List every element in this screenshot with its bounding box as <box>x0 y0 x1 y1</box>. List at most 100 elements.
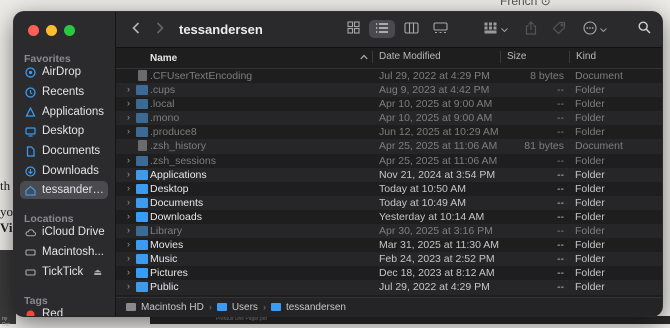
disclosure-chevron-icon[interactable]: › <box>127 225 130 235</box>
home-icon <box>25 185 36 196</box>
disclosure-chevron-icon[interactable]: › <box>127 253 130 263</box>
file-row[interactable]: › .mono Apr 10, 2025 at 9:00 AM -- Folde… <box>116 111 662 126</box>
back-button[interactable] <box>128 20 144 38</box>
column-header-kind[interactable]: Kind <box>569 51 596 63</box>
file-size: -- <box>557 267 564 280</box>
file-name: .mono <box>150 112 180 125</box>
file-kind: Folder <box>575 98 605 111</box>
path-segment-disk[interactable]: Macintosh HD <box>141 302 204 313</box>
file-date: Apr 25, 2025 at 11:06 AM <box>379 140 498 153</box>
file-row[interactable]: › Downloads Yesterday at 10:14 AM -- Fol… <box>116 210 662 224</box>
disclosure-chevron-icon[interactable]: › <box>127 239 130 249</box>
disclosure-chevron-icon[interactable]: › <box>127 197 130 207</box>
disclosure-chevron-icon[interactable]: › <box>127 98 130 108</box>
sidebar-item-label: Documents <box>42 145 101 157</box>
column-header-name[interactable]: Name <box>150 53 177 64</box>
sidebar-item-label: tessandersen <box>42 184 108 196</box>
file-kind: Folder <box>575 239 605 252</box>
search-button[interactable] <box>634 20 654 38</box>
disclosure-chevron-icon[interactable]: › <box>127 112 130 122</box>
tag-color-dot-icon <box>25 309 36 316</box>
file-row[interactable]: › .produce8 Jun 12, 2025 at 10:29 AM -- … <box>116 125 662 139</box>
file-row[interactable]: › Pictures Dec 18, 2023 at 8:12 AM -- Fo… <box>116 266 662 280</box>
list-view-button[interactable] <box>369 20 395 38</box>
zoom-window-button[interactable] <box>64 25 75 36</box>
folder-icon <box>136 99 148 110</box>
sidebar-item-icloud-drive[interactable]: iCloud Drive <box>20 223 108 241</box>
background-text: French ⊙ <box>500 0 551 8</box>
document-file-icon <box>138 140 147 152</box>
column-header-date[interactable]: Date Modified <box>372 51 441 63</box>
file-size: -- <box>557 126 564 139</box>
file-kind: Folder <box>575 126 605 139</box>
file-date: Today at 10:50 AM <box>379 182 466 195</box>
path-segment-home[interactable]: tessandersen <box>286 302 346 313</box>
sidebar-item-ticktick[interactable]: TickTick ⏏ <box>20 263 108 281</box>
icon-view-button[interactable] <box>343 20 363 38</box>
file-size: -- <box>557 210 564 223</box>
file-row[interactable]: .zsh_history Apr 25, 2025 at 11:06 AM 81… <box>116 139 662 154</box>
path-segment-users[interactable]: Users <box>232 302 258 313</box>
close-window-button[interactable] <box>28 25 39 36</box>
file-name: Movies <box>150 239 184 252</box>
column-header-size[interactable]: Size <box>500 51 526 63</box>
file-row[interactable]: › Music Feb 24, 2023 at 2:52 PM -- Folde… <box>116 252 662 267</box>
minimize-window-button[interactable] <box>46 25 57 36</box>
file-name: .produce8 <box>150 126 197 139</box>
disclosure-chevron-icon[interactable]: › <box>127 169 130 179</box>
sidebar-item-home[interactable]: tessandersen <box>20 181 108 199</box>
sidebar-item-documents[interactable]: Documents <box>20 142 108 160</box>
file-row[interactable]: › Movies Mar 31, 2025 at 11:30 AM -- Fol… <box>116 238 662 252</box>
group-by-button[interactable] <box>481 20 511 38</box>
list-view-icon <box>375 22 389 37</box>
file-row[interactable]: › Public Jul 29, 2022 at 4:29 PM -- Fold… <box>116 280 662 295</box>
file-row[interactable]: › .local Apr 10, 2025 at 9:00 AM -- Fold… <box>116 97 662 111</box>
file-row[interactable]: › Documents Today at 10:49 AM -- Folder <box>116 195 662 210</box>
file-size: -- <box>557 225 564 238</box>
sidebar-item-tag-red[interactable]: Red <box>20 305 108 316</box>
file-kind: Folder <box>575 182 605 195</box>
share-button[interactable] <box>521 20 541 38</box>
file-size: -- <box>557 239 564 252</box>
file-row[interactable]: › Applications Nov 21, 2024 at 3:54 PM -… <box>116 167 662 182</box>
file-name: Public <box>150 281 179 294</box>
disclosure-chevron-icon[interactable]: › <box>127 211 130 221</box>
eject-icon[interactable]: ⏏ <box>93 267 102 278</box>
file-size: -- <box>557 84 564 97</box>
sidebar-item-macintosh-hd[interactable]: Macintosh... <box>20 243 108 261</box>
tag-button[interactable] <box>549 20 569 38</box>
sidebar-item-label: Applications <box>42 106 105 118</box>
column-view-button[interactable] <box>401 20 421 38</box>
background-text-fragment: Prefault One Pager.pdf <box>216 316 267 322</box>
disclosure-chevron-icon[interactable]: › <box>127 126 130 136</box>
file-row[interactable]: › .cups Aug 9, 2023 at 4:42 PM -- Folder <box>116 83 662 98</box>
gallery-view-button[interactable] <box>429 20 451 38</box>
file-list: .CFUserTextEncoding Jul 29, 2022 at 4:29… <box>116 69 662 295</box>
forward-button[interactable] <box>152 20 168 38</box>
sidebar-item-airdrop[interactable]: AirDrop <box>20 63 108 81</box>
disclosure-chevron-icon[interactable]: › <box>127 155 130 165</box>
disclosure-chevron-icon[interactable]: › <box>127 267 130 277</box>
airdrop-icon <box>25 66 36 78</box>
file-date: Feb 24, 2023 at 2:52 PM <box>379 253 495 266</box>
file-date: Yesterday at 10:14 AM <box>379 210 485 223</box>
file-name: .zsh_sessions <box>150 154 216 167</box>
sidebar-item-desktop[interactable]: Desktop <box>20 122 108 140</box>
sidebar-item-applications[interactable]: Applications <box>20 103 108 121</box>
sidebar-item-downloads[interactable]: Downloads <box>20 162 108 180</box>
disk-icon <box>25 247 36 258</box>
disclosure-chevron-icon[interactable]: › <box>127 84 130 94</box>
sidebar-item-recents[interactable]: Recents <box>20 83 108 101</box>
disclosure-chevron-icon[interactable]: › <box>127 183 130 193</box>
sidebar-item-label: iCloud Drive <box>42 226 105 238</box>
file-size: -- <box>557 281 564 294</box>
folder-icon <box>136 254 148 265</box>
file-row[interactable]: › Library Apr 30, 2025 at 3:16 PM -- Fol… <box>116 224 662 239</box>
disclosure-chevron-icon[interactable]: › <box>127 281 130 291</box>
file-row[interactable]: › Desktop Today at 10:50 AM -- Folder <box>116 182 662 196</box>
folder-icon <box>136 113 148 124</box>
more-actions-button[interactable] <box>581 20 609 38</box>
file-date: Apr 10, 2025 at 9:00 AM <box>379 112 493 125</box>
file-row[interactable]: .CFUserTextEncoding Jul 29, 2022 at 4:29… <box>116 69 662 83</box>
file-row[interactable]: › .zsh_sessions Apr 25, 2025 at 11:06 AM… <box>116 154 662 168</box>
